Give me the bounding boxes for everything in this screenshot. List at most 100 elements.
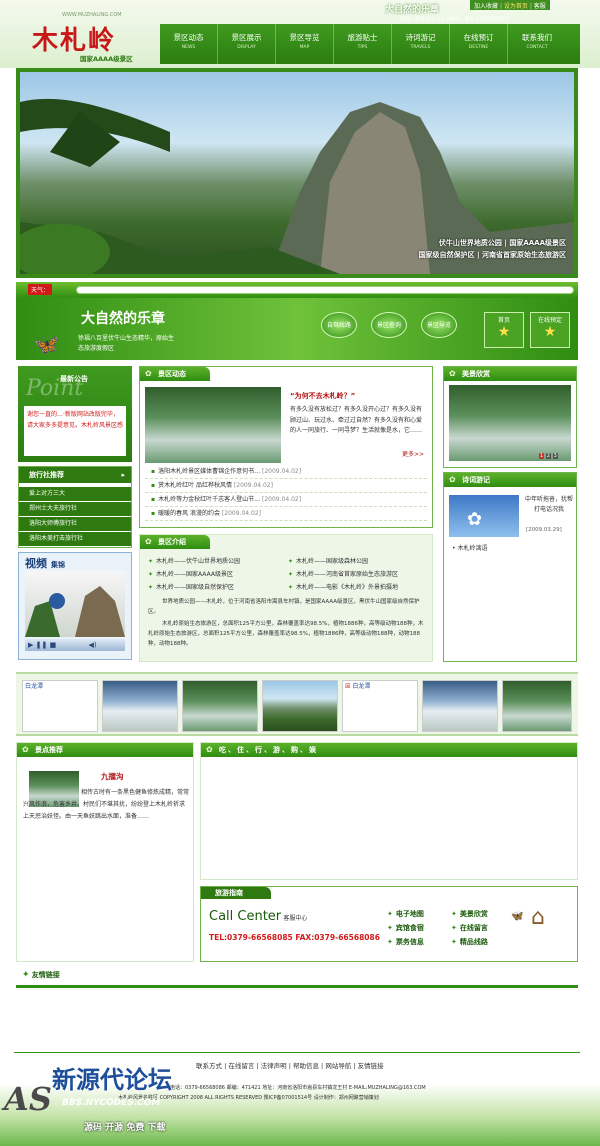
footer-link[interactable]: 网站导航 — [325, 1062, 351, 1070]
footer-link[interactable]: 帮助信息 — [293, 1062, 319, 1070]
guide-map-button[interactable]: 景区导览 — [421, 312, 457, 338]
news-panel: 景区动态 “为何不去木札岭？” 有多久没有放松过？有多久没开心过？有多久没有顾过… — [139, 366, 433, 528]
stop-icon[interactable]: ■ — [50, 641, 57, 649]
news-item-title: 暖暖的春风 浪漫的约会 — [158, 510, 220, 517]
watermark-tag: 源码 — [84, 1123, 103, 1133]
pause-icon[interactable]: ❚❚ — [36, 641, 48, 649]
flower-icon: ✿ — [467, 509, 483, 530]
slogan-sub: 徐福八百里伏牛山生态精华，原始生态旅游度假区 — [400, 17, 511, 23]
service-link[interactable]: 客服 — [534, 3, 546, 10]
link-text: 电子地图 — [395, 910, 424, 918]
intro-list: ✦ 木札岭——伏牛山世界地质公园 ✦ 木札岭——国家级森林公园 ✦ 木札岭——国家AAA… — [148, 555, 428, 594]
list-item[interactable]: ▪ 木札岭等力金秋红叶千志客人登山节… [2009.04.02] — [145, 493, 427, 507]
list-item[interactable]: ▪ 暖暖的春风 浪漫的约会 [2009.04.02] — [145, 507, 427, 521]
agency-item[interactable]: 洛阳木美打击旅行社 — [19, 532, 131, 546]
news-item-date: [2009.04.02] — [221, 510, 261, 517]
scenery-link[interactable]: ✦ 美景欣赏 — [451, 907, 488, 921]
intro-item[interactable]: ✦ 木札岭——伏牛山世界地质公园 — [148, 555, 288, 568]
set-homepage-link[interactable]: 设为首页 — [504, 3, 528, 10]
footer-line — [14, 1052, 580, 1053]
header: WWW.MUZHALING.COM 木札岭 国家AAAA级景区 加入收藏 | 设… — [0, 0, 600, 68]
main-banner: 伏牛山世界地质公园 | 国家AAAA级景区 国家级自然保护区 | 河南省首家原始… — [16, 68, 578, 278]
star-icon: ★ — [497, 324, 511, 340]
message-link[interactable]: ✦ 在线留言 — [451, 921, 488, 935]
agency-item[interactable]: 爱上对方三大 — [19, 487, 131, 501]
news-headline[interactable]: “为何不去木札岭？” — [290, 391, 355, 401]
main-nav: 景区动态 NEWS 景区展示 DISPLAY 景区导览 MAP 旅游贴士 TIPS 诗词游记 TR… — [160, 24, 580, 64]
leaf-icon: ✦ — [451, 924, 457, 932]
self-drive-button[interactable]: 自驾线路 — [321, 312, 357, 338]
intro-item-text: 木札岭——河南省首家原始生态旅游区 — [296, 571, 399, 578]
news-image[interactable] — [145, 387, 281, 463]
intro-item[interactable]: ✦ 木札岭——国家AAAA级景区 — [148, 568, 288, 581]
ticket-link[interactable]: ✦ 票务信息 — [387, 935, 451, 949]
more-link[interactable]: 更多>> — [402, 449, 424, 458]
strip-thumb[interactable]: 白龙潭 — [22, 680, 98, 732]
strip-thumb[interactable] — [102, 680, 178, 732]
footer-link[interactable]: 在线留言 — [228, 1062, 254, 1070]
list-item[interactable]: ▪ 赏木札岭红叶 品红桦秋风情 [2009.04.02] — [145, 479, 427, 493]
footer-link[interactable]: 法律声明 — [261, 1062, 287, 1070]
food-title: 吃、住、行、游、购、娱 — [201, 743, 577, 757]
nav-contact[interactable]: 联系我们 CONTACT — [508, 24, 566, 64]
strip-thumb[interactable]: ☒ 白龙潭 — [342, 680, 418, 732]
grade-badge: 国家AAAA级景区 — [80, 55, 133, 63]
intro-item-text: 木札岭——电影《木札岭》外景拍摄地 — [296, 584, 399, 591]
footer-link[interactable]: 友情链接 — [358, 1062, 384, 1070]
recommend-title: 景点推荐 — [17, 743, 193, 757]
nav-map[interactable]: 景区导览 MAP — [276, 24, 334, 64]
hotel-link[interactable]: ✦ 宾馆食宿 — [387, 921, 451, 935]
intro-item[interactable]: ✦ 木札岭——国家级森林公园 — [288, 555, 368, 568]
page-2[interactable]: 2 — [545, 453, 551, 459]
nav-tips[interactable]: 旅游贴士 TIPS — [334, 24, 392, 64]
volume-icon[interactable]: ◀) — [88, 641, 96, 649]
booking-star-button[interactable]: 在线预定 ★ — [530, 312, 570, 348]
add-favorite-link[interactable]: 加入收藏 — [474, 3, 498, 10]
nav-destine[interactable]: 在线预订 DESTINE — [450, 24, 508, 64]
page-3[interactable]: 3 — [552, 453, 558, 459]
agency-item[interactable]: 郑州士大夫旅行社 — [19, 502, 131, 516]
leaf-icon: ✦ — [451, 938, 457, 946]
nav-news[interactable]: 景区动态 NEWS — [160, 24, 218, 64]
logo[interactable]: WWW.MUZHALING.COM 木札岭 国家AAAA级景区 — [20, 8, 160, 66]
friends-bar: ✦ 友情链接 — [16, 970, 578, 988]
search-input[interactable] — [76, 286, 574, 294]
news-item-title: 赏木札岭红叶 品红桦秋风情 — [158, 482, 232, 489]
play-icon[interactable]: ▶ — [28, 641, 33, 649]
leaf-icon: ✦ — [148, 558, 154, 565]
strip-thumb[interactable] — [262, 680, 338, 732]
list-item[interactable]: ▪ 洛阳木札岭景区媒体曹锦企作意何书… [2009.04.02] — [145, 465, 427, 479]
footer-link[interactable]: 联系方式 — [196, 1062, 222, 1070]
link-text: 在线留言 — [459, 924, 488, 932]
poem-image[interactable]: ✿ — [449, 495, 519, 537]
leaf-icon: ✦ — [387, 938, 393, 946]
button-label: 景区导览 — [426, 322, 451, 329]
intro-item[interactable]: ✦ 木札岭——国家级自然保护区 — [148, 581, 288, 594]
strip-thumb[interactable] — [422, 680, 498, 732]
strip-thumb[interactable] — [182, 680, 258, 732]
intro-para-2: 木札岭原始生态旅游区，总面积125平方公里，森林覆盖率达98.5%，植物1886… — [148, 621, 424, 647]
nav-display[interactable]: 景区展示 DISPLAY — [218, 24, 276, 64]
electronic-map-link[interactable]: ✦ 电子地图 — [387, 907, 451, 921]
poem-link[interactable]: • 木札岭漓语 — [452, 543, 487, 552]
slogan-script: 大自然的乐章 — [385, 5, 440, 15]
sub-text-1: 徐福八百里伏牛山生态精华，原始生 — [78, 335, 175, 342]
route-link[interactable]: ✦ 精品线路 — [451, 935, 488, 949]
strip-thumb[interactable] — [502, 680, 572, 732]
tel-fax: TEL:0379-66568085 FAX:0379-66568086 — [209, 933, 380, 942]
bullet-icon: ▪ — [151, 496, 156, 503]
leaf-icon: ✦ — [387, 910, 393, 918]
intro-item[interactable]: ✦ 木札岭——河南省首家原始生态旅游区 — [288, 568, 398, 581]
recommend-name[interactable]: 九擂沟 — [101, 771, 124, 782]
intro-item[interactable]: ✦ 木札岭——电影《木札岭》外景拍摄地 — [288, 581, 398, 594]
home-star-button[interactable]: 首页 ★ — [484, 312, 524, 348]
call-center-text: Call Center — [209, 909, 282, 924]
nav-travels[interactable]: 诗词游记 TRAVELS — [392, 24, 450, 64]
video-title-text-2: 集锦 — [51, 561, 65, 569]
video-player[interactable] — [25, 571, 125, 637]
scenery-image[interactable] — [449, 385, 571, 461]
watermark-tag: 下载 — [147, 1123, 166, 1133]
page-1[interactable]: 1 — [539, 453, 545, 459]
query-button[interactable]: 景区查询 — [371, 312, 407, 338]
agency-item[interactable]: 洛阳大师傅旅行社 — [19, 517, 131, 531]
